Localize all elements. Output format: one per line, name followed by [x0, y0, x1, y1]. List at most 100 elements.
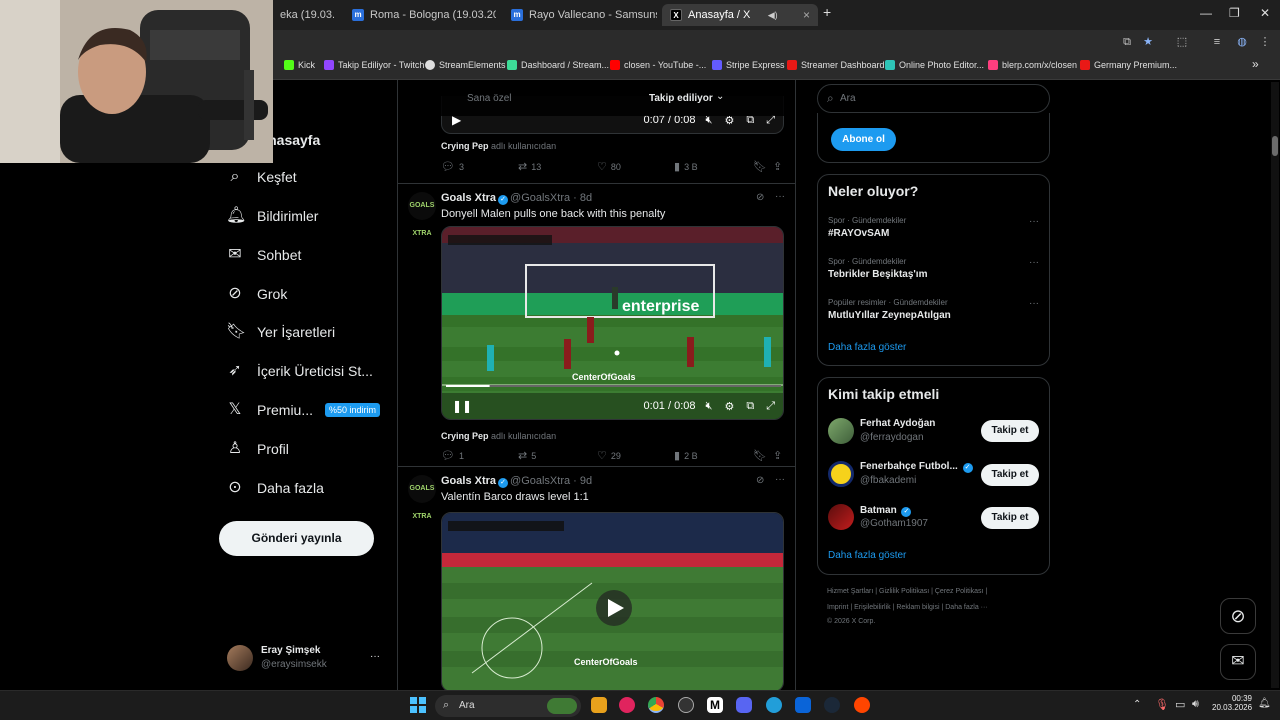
- nav-premium[interactable]: 𝕏 Premiu... %50 indirim: [226, 398, 381, 422]
- scrollbar-thumb[interactable]: [1272, 136, 1278, 156]
- bookmarks-overflow-button[interactable]: »: [1252, 57, 1259, 71]
- obs-icon[interactable]: [678, 697, 694, 713]
- account-menu-button[interactable]: ···: [370, 651, 380, 662]
- browser-tab[interactable]: m Roma - Bologna (19.03.2026) M ×: [344, 4, 496, 26]
- messages-floating-button[interactable]: ✉: [1220, 644, 1256, 680]
- avatar[interactable]: [828, 418, 854, 444]
- tweet-author[interactable]: Goals Xtra ✓ @GoalsXtra · 8d: [441, 192, 592, 205]
- bookmark-button[interactable]: 🔖︎: [753, 449, 771, 462]
- avatar[interactable]: GOALS XTRA: [408, 192, 436, 237]
- share-button[interactable]: ⇪: [773, 160, 786, 173]
- subscribe-button[interactable]: Abone ol: [831, 128, 896, 151]
- menu-icon[interactable]: ⋮: [1259, 36, 1271, 48]
- grok-icon[interactable]: ⊘: [756, 192, 764, 203]
- views-button[interactable]: ▮ 3 B: [674, 160, 698, 173]
- discord-icon[interactable]: [736, 697, 752, 713]
- footer-links[interactable]: Hizmet Şartları | Gizlilik Politikası | …: [827, 588, 987, 595]
- install-app-icon[interactable]: ⧉: [1121, 36, 1133, 48]
- show-more-link[interactable]: Daha fazla göster: [828, 342, 906, 353]
- chevron-down-icon[interactable]: ⌄: [716, 91, 724, 102]
- footer-links[interactable]: Imprint | Erişilebilirlik | Reklam bilgi…: [827, 604, 988, 611]
- fullscreen-icon[interactable]: ⤢: [766, 400, 775, 413]
- windows-start-icon[interactable]: [410, 697, 426, 713]
- reply-button[interactable]: 💬︎ 3: [441, 160, 464, 173]
- bookmark-button[interactable]: 🔖︎: [753, 160, 771, 173]
- suggested-account[interactable]: Ferhat Aydoğan @ferraydogan Takip et: [818, 414, 1049, 452]
- taskbar-clock[interactable]: 00:39 20.03.2026: [1212, 694, 1252, 712]
- browser-tab[interactable]: m Rayo Vallecano - Samsunspor ( ×: [503, 4, 657, 26]
- follow-button[interactable]: Takip et: [981, 420, 1039, 442]
- post-button[interactable]: Gönderi yayınla: [219, 521, 374, 556]
- search-input[interactable]: ⌕ Ara: [817, 84, 1050, 113]
- speaker-icon[interactable]: 🔊︎: [1192, 698, 1199, 711]
- bookmark-twitch[interactable]: Takip Ediliyor - Twitch: [324, 60, 424, 70]
- bookmark-photo-editor[interactable]: Online Photo Editor...: [885, 60, 984, 70]
- nav-profile[interactable]: ♙ Profil: [226, 437, 289, 461]
- browser-tab[interactable]: eka (19.03.20 ×: [272, 4, 334, 26]
- nav-chat[interactable]: ✉ Sohbet: [226, 243, 301, 267]
- trend-item[interactable]: Popüler resimler · Gündemdekiler MutluYı…: [818, 294, 1049, 332]
- bookmark-stripe[interactable]: Stripe Express: [712, 60, 785, 70]
- tweet-video[interactable]: enterprise CenterOfGoals ❚❚ 0:01 / 0:08 …: [441, 226, 784, 420]
- bookmark-kick[interactable]: Kick: [284, 60, 315, 70]
- media-player-icon[interactable]: [619, 697, 635, 713]
- bookmark-youtube[interactable]: closen - YouTube -...: [610, 60, 706, 70]
- avatar[interactable]: GOALS XTRA: [408, 475, 436, 520]
- vlc-icon[interactable]: [591, 697, 607, 713]
- tweet[interactable]: GOALS XTRA Goals Xtra ✓ @GoalsXtra · 8d ⊘ …: [398, 184, 795, 467]
- avatar[interactable]: [828, 461, 854, 487]
- tab-for-you[interactable]: Sana özel: [467, 93, 511, 104]
- trend-item[interactable]: Spor · Gündemdekiler #RAYOvSAM ···: [818, 211, 1049, 249]
- popout-icon[interactable]: ⧉: [746, 400, 754, 413]
- tweet-author[interactable]: Goals Xtra ✓ @GoalsXtra · 9d: [441, 475, 592, 488]
- chrome-icon[interactable]: [648, 697, 664, 713]
- bookmark-star-icon[interactable]: ★: [1142, 36, 1154, 48]
- grok-icon[interactable]: ⊘: [756, 475, 764, 486]
- nav-more[interactable]: ⊙ Daha fazla: [226, 476, 324, 500]
- bookmark-dashboard-stream[interactable]: Dashboard / Stream...: [507, 60, 609, 70]
- credit-name[interactable]: Crying Pep: [441, 141, 489, 151]
- tweet[interactable]: GOALS XTRA Goals Xtra ✓ @GoalsXtra · 9d ⊘ …: [398, 467, 795, 690]
- steam-icon[interactable]: [824, 697, 840, 713]
- mail-icon[interactable]: [795, 697, 811, 713]
- reply-button[interactable]: 💬︎ 1: [441, 449, 464, 462]
- ea-app-icon[interactable]: [854, 697, 870, 713]
- tab-following[interactable]: Takip ediliyor: [649, 93, 713, 104]
- more-icon[interactable]: ···: [1029, 216, 1039, 227]
- nav-creator-studio[interactable]: ➶ İçerik Üreticisi St...: [226, 359, 373, 383]
- speaker-icon[interactable]: ◀): [768, 10, 778, 21]
- close-window-icon[interactable]: ✕: [1260, 6, 1270, 20]
- nav-grok[interactable]: ⊘ Grok: [226, 282, 287, 306]
- more-icon[interactable]: ···: [1029, 257, 1039, 268]
- notification-icon[interactable]: 🔔︎: [1258, 698, 1271, 709]
- repost-button[interactable]: ⇄ 5: [518, 449, 536, 462]
- follow-button[interactable]: Takip et: [981, 464, 1039, 486]
- chevron-up-icon[interactable]: ⌃: [1133, 699, 1141, 710]
- new-tab-button[interactable]: +: [823, 4, 831, 20]
- views-button[interactable]: ▮ 2 B: [674, 449, 698, 462]
- share-button[interactable]: ⇪: [773, 449, 786, 462]
- repost-button[interactable]: ⇄ 13: [518, 160, 541, 173]
- tweet-video[interactable]: CenterOfGoals: [441, 512, 784, 690]
- nav-bookmarks[interactable]: 🔖︎ Yer İşaretleri: [226, 320, 335, 344]
- more-icon[interactable]: ···: [775, 191, 785, 202]
- trend-item[interactable]: Spor · Gündemdekiler Tebrikler Beşiktaş'…: [818, 253, 1049, 291]
- microphone-icon[interactable]: 🎙︎: [1155, 698, 1169, 711]
- minimize-icon[interactable]: —: [1200, 6, 1212, 20]
- suggested-account[interactable]: Fenerbahçe Futbol... ✓ @fbakademi Takip …: [818, 458, 1049, 496]
- credit-name[interactable]: Crying Pep: [441, 431, 489, 441]
- profile-icon[interactable]: ◍: [1236, 36, 1248, 48]
- browser-tab-active[interactable]: X Anasayfa / X ◀) ×: [662, 4, 818, 26]
- telegram-icon[interactable]: [766, 697, 782, 713]
- more-icon[interactable]: ···: [775, 474, 785, 485]
- media-controls-icon[interactable]: ≡: [1211, 36, 1223, 48]
- taskbar-search-input[interactable]: ⌕ Ara: [435, 695, 581, 717]
- restore-icon[interactable]: ❐: [1229, 6, 1240, 20]
- bookmark-blerp[interactable]: blerp.com/x/closen: [988, 60, 1077, 70]
- nav-notifications[interactable]: 🔔︎ Bildirimler: [226, 204, 318, 228]
- like-button[interactable]: ♡ 29: [597, 449, 621, 462]
- bookmark-germany-premium[interactable]: Germany Premium...: [1080, 60, 1177, 70]
- close-icon[interactable]: ×: [795, 8, 810, 22]
- suggested-account[interactable]: Batman ✓ @Gotham1907 Takip et: [818, 501, 1049, 539]
- video-progress-bar[interactable]: [446, 385, 490, 387]
